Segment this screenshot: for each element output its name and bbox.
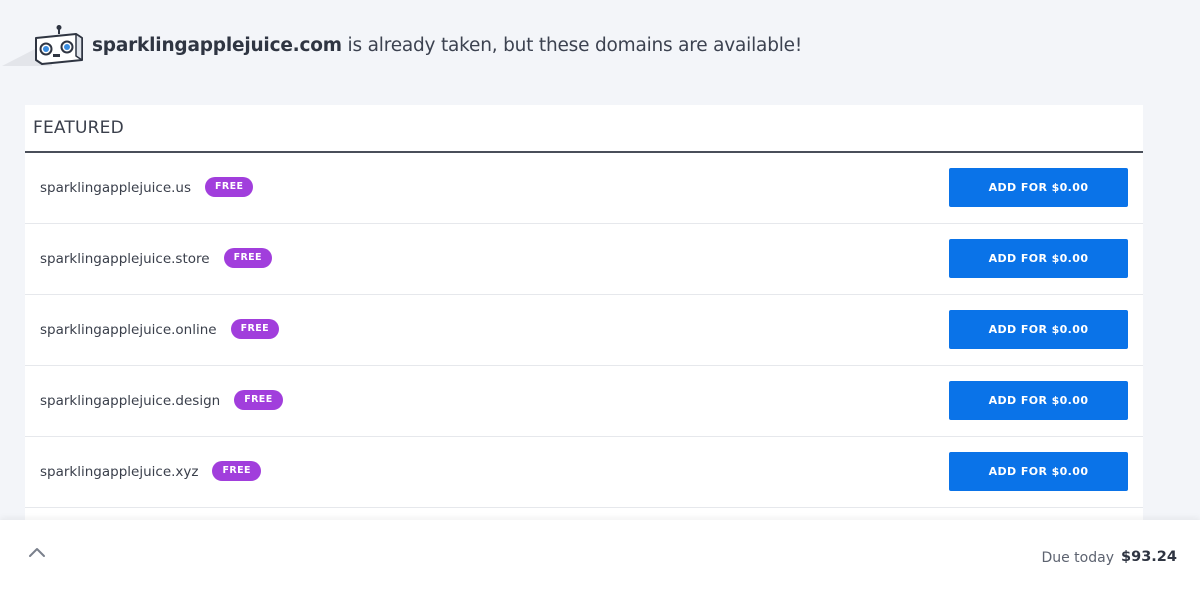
domain-name: sparklingapplejuice.design: [40, 393, 221, 409]
add-domain-button[interactable]: ADD FOR $0.00: [949, 168, 1128, 207]
domain-name: sparklingapplejuice.store: [40, 251, 210, 267]
free-badge: FREE: [230, 319, 279, 339]
domain-name: sparklingapplejuice.xyz: [40, 464, 199, 480]
due-today-amount: $93.24: [1121, 549, 1177, 565]
domain-name: sparklingapplejuice.online: [40, 322, 217, 338]
domain-cell: sparklingapplejuice.online FREE: [40, 295, 279, 365]
free-badge: FREE: [212, 461, 261, 481]
domain-cell: sparklingapplejuice.store FREE: [40, 224, 272, 294]
domain-cell: sparklingapplejuice.design FREE: [40, 366, 283, 436]
domain-row: sparklingapplejuice.us FREE ADD FOR $0.00: [25, 153, 1143, 224]
checkout-footer: Due today $93.24: [0, 520, 1200, 590]
add-domain-button[interactable]: ADD FOR $0.00: [949, 310, 1128, 349]
free-badge: FREE: [205, 177, 254, 197]
free-badge: FREE: [234, 390, 283, 410]
due-today-label: Due today: [1041, 550, 1114, 566]
free-badge: FREE: [223, 248, 272, 268]
domain-cell: sparklingapplejuice.xyz FREE: [40, 437, 261, 507]
domain-cell: sparklingapplejuice.us FREE: [40, 153, 254, 223]
chevron-up-icon[interactable]: [27, 545, 47, 559]
domain-row: sparklingapplejuice.store FREE ADD FOR $0…: [25, 224, 1143, 295]
featured-title: FEATURED: [25, 105, 1143, 153]
page-header: sparklingapplejuice.com is already taken…: [0, 0, 1200, 95]
featured-domains-card: FEATURED sparklingapplejuice.us FREE ADD …: [25, 105, 1143, 525]
taken-domain: sparklingapplejuice.com: [92, 35, 342, 56]
add-domain-button[interactable]: ADD FOR $0.00: [949, 239, 1128, 278]
domain-row: sparklingapplejuice.online FREE ADD FOR $…: [25, 295, 1143, 366]
robot-mascot-icon: [35, 25, 83, 65]
availability-headline: sparklingapplejuice.com is already taken…: [92, 35, 802, 56]
add-domain-button[interactable]: ADD FOR $0.00: [949, 452, 1128, 491]
domain-row: sparklingapplejuice.xyz FREE ADD FOR $0.0…: [25, 437, 1143, 508]
domain-row: sparklingapplejuice.design FREE ADD FOR $…: [25, 366, 1143, 437]
add-domain-button[interactable]: ADD FOR $0.00: [949, 381, 1128, 420]
availability-message: is already taken, but these domains are …: [341, 35, 803, 56]
domain-name: sparklingapplejuice.us: [40, 180, 192, 196]
